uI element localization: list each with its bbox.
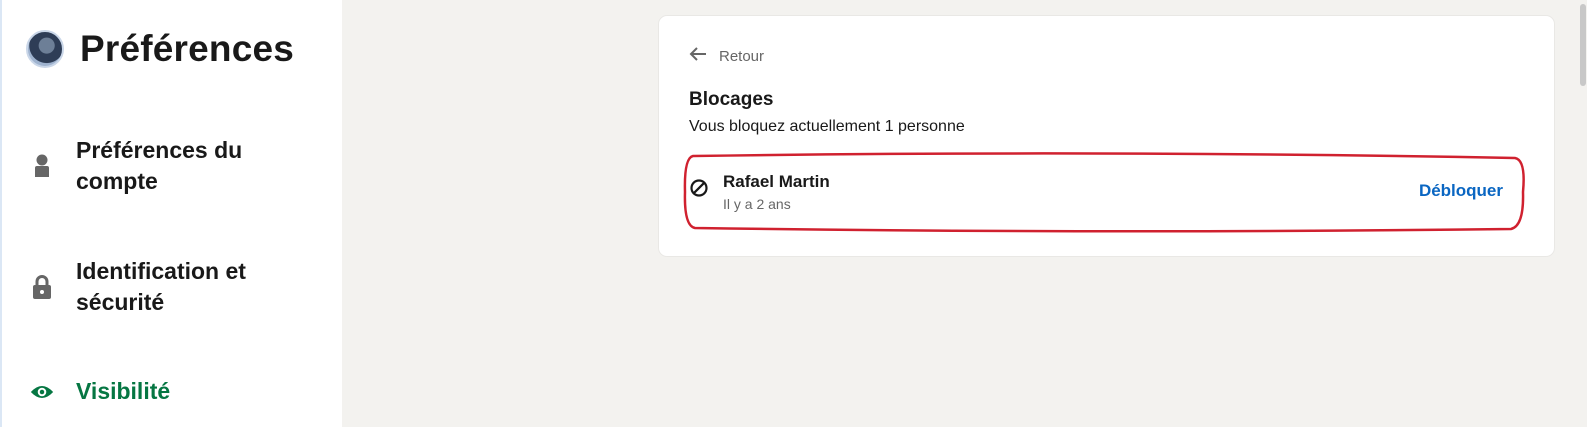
avatar[interactable] xyxy=(26,30,64,68)
sidebar: Préférences Préférences du compte Identi… xyxy=(0,0,342,427)
blocked-person-name[interactable]: Rafael Martin xyxy=(723,172,830,192)
person-icon xyxy=(30,154,54,178)
blocked-time: Il y a 2 ans xyxy=(723,196,791,212)
sidebar-item-sign-in-security[interactable]: Identification et sécurité xyxy=(30,256,306,318)
sidebar-item-label: Identification et sécurité xyxy=(76,258,246,315)
sidebar-header: Préférences xyxy=(26,28,294,70)
eye-icon xyxy=(30,380,54,404)
section-subtitle: Vous bloquez actuellement 1 personne xyxy=(689,118,965,135)
sidebar-item-account-preferences[interactable]: Préférences du compte xyxy=(30,135,306,197)
blocked-person-row: Rafael Martin Il y a 2 ans Débloquer xyxy=(687,166,1533,222)
back-link[interactable]: Retour xyxy=(689,46,764,67)
arrow-left-icon xyxy=(689,46,707,67)
unblock-button[interactable]: Débloquer xyxy=(1419,181,1503,201)
blocking-card: Retour Blocages Vous bloquez actuellemen… xyxy=(659,16,1554,256)
sidebar-item-visibility[interactable]: Visibilité xyxy=(30,376,306,407)
block-icon xyxy=(689,178,709,203)
back-label: Retour xyxy=(719,48,765,65)
page-title: Préférences xyxy=(80,28,295,69)
sidebar-item-label: Préférences du compte xyxy=(76,137,243,194)
section-title: Blocages xyxy=(689,89,774,110)
lock-icon xyxy=(30,275,54,299)
scrollbar-thumb[interactable] xyxy=(1580,4,1586,86)
sidebar-item-label: Visibilité xyxy=(76,378,171,404)
